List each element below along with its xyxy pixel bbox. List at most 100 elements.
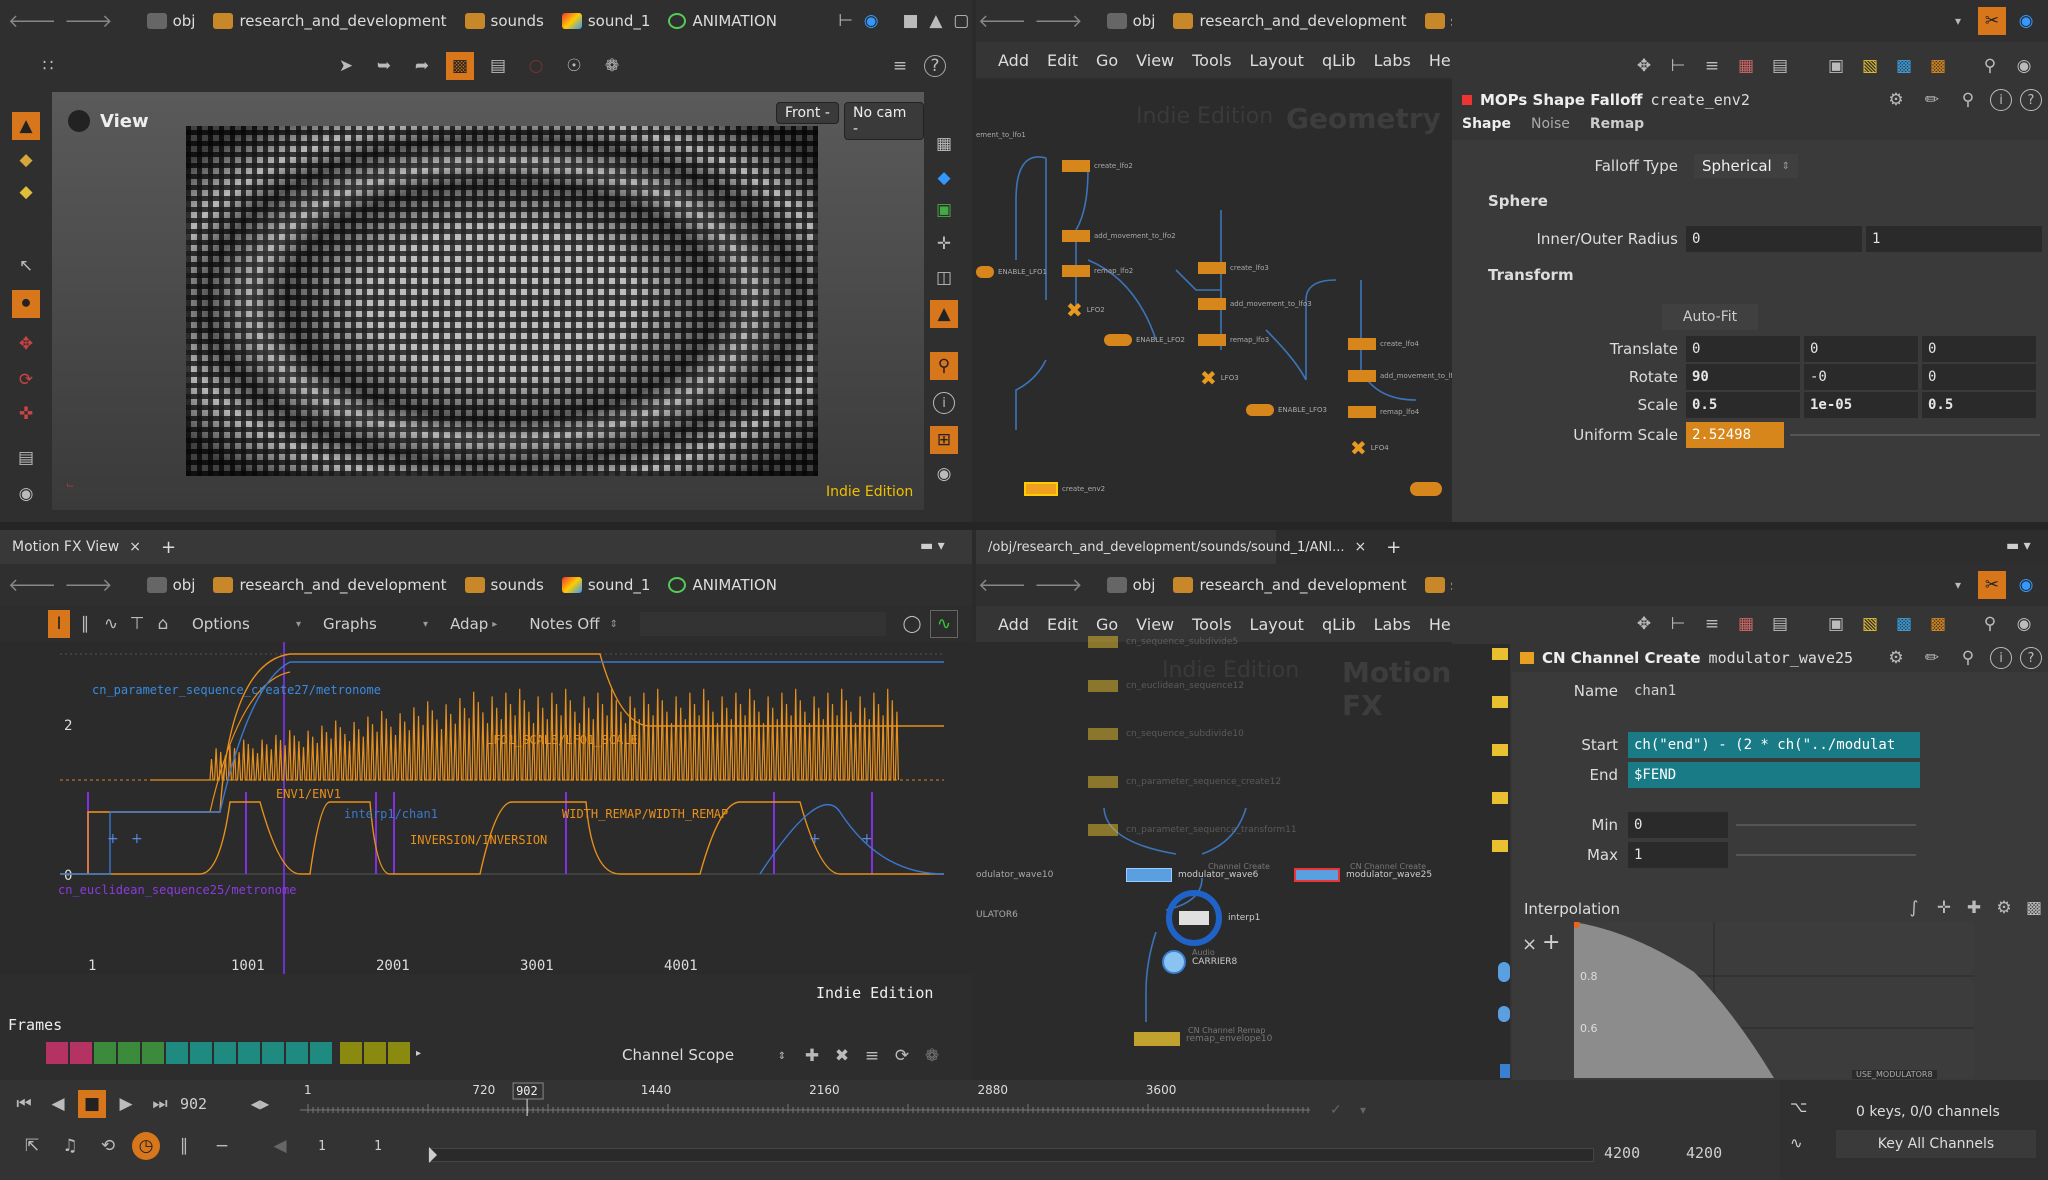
add-tab-icon[interactable]: + [1386,537,1401,558]
jump-start-icon[interactable]: ⏮ [10,1090,38,1118]
add-channel-icon[interactable]: ✚ [798,1042,826,1070]
refresh-icon[interactable]: ⟳ [888,1042,916,1070]
search-icon[interactable]: ⚲ [1976,610,2004,638]
tab-remap[interactable]: Remap [1590,116,1644,132]
info-icon[interactable]: i [1990,647,2012,669]
grid-display-icon[interactable]: ▣ [930,196,958,224]
search-icon[interactable]: ⚲ [1954,644,1982,672]
range-end-field[interactable]: 4200 [1604,1144,1640,1162]
rotate-z-field[interactable]: 0 [1922,364,2036,390]
interpolation-ramp[interactable]: 0.8 0.6 [1574,922,1974,1078]
wrench-icon[interactable]: ✥ [1630,610,1658,638]
curve-icon[interactable]: ∫ [1900,894,1928,922]
frame-icon[interactable]: ⊤ [126,610,148,638]
brush-icon[interactable]: ✏ [1918,86,1946,114]
channel-swatch[interactable] [166,1042,188,1064]
crumb-sounds[interactable]: sounds [1424,12,1452,30]
diamond-icon[interactable]: ◆ [930,164,958,192]
scale-y-field[interactable]: 1e-05 [1804,392,1918,418]
help-icon[interactable]: ? [2020,89,2042,111]
node-create-env2[interactable]: create_env2 [1024,482,1105,496]
menu-edit[interactable]: Edit [1047,615,1078,634]
close-icon[interactable]: × [129,539,141,555]
back-arrow-icon[interactable]: 🡐 [978,11,1026,32]
back-arrow-icon[interactable]: 🡐 [8,575,56,596]
remove-channel-icon[interactable]: ✖ [828,1042,856,1070]
forward-arrow-icon[interactable]: 🡒 [64,575,112,596]
rotate-y-field[interactable]: -0 [1804,364,1918,390]
channel-swatch[interactable] [388,1042,410,1064]
render-icon[interactable]: ▩ [446,52,474,80]
menu-tools[interactable]: Tools [1192,615,1231,634]
picture-icon[interactable]: ▩ [1890,610,1918,638]
channel-swatch[interactable] [286,1042,308,1064]
motion-fx-tab[interactable]: Motion FX View × + [0,530,972,564]
channel-swatch[interactable] [142,1042,164,1064]
node-parameter-sequence-create12[interactable]: cn_parameter_sequence_create12 [1088,776,1281,788]
node-carrier8[interactable]: CARRIER8 [1162,950,1237,974]
translate-y-field[interactable]: 0 [1804,336,1918,362]
node-enable-lfo3[interactable]: ENABLE_LFO3 [1246,404,1327,416]
crumb-animation[interactable]: ANIMATION [668,576,777,594]
cut-icon[interactable]: ✚ [1960,894,1988,922]
help-icon[interactable]: ? [924,55,946,77]
box-icon[interactable]: ▩ [1924,610,1952,638]
node-interp1[interactable]: interp1 [1166,890,1260,946]
crumb-research[interactable]: research_and_development [213,12,447,30]
pivot-icon[interactable]: ✛ [930,230,958,258]
snap-icon[interactable]: ➤ [332,52,360,80]
crumb-research[interactable]: research_and_development [1173,12,1407,30]
filter-field[interactable] [639,612,886,636]
options-menu[interactable]: Options [192,615,292,633]
eye-icon[interactable]: ◉ [930,460,958,488]
node-euclidean-sequence12[interactable]: cn_euclidean_sequence12 [1088,680,1244,692]
range-handle[interactable] [429,1147,437,1163]
menu-help[interactable]: Help [1429,615,1452,634]
gear-icon[interactable]: ⚙ [1882,644,1910,672]
picture-icon[interactable]: ▩ [1890,52,1918,80]
pin-tool-icon[interactable]: ✂ [1978,571,2006,599]
add-tab-icon[interactable]: + [161,537,176,558]
record-icon[interactable]: ○ [522,52,550,80]
node-lfo4[interactable]: ✖ LFO4 [1350,436,1389,460]
menu-edit[interactable]: Edit [1047,51,1078,70]
key-icon[interactable]: ◀ [266,1132,294,1160]
note-icon[interactable]: ▧ [1856,52,1884,80]
forward-arrow-icon[interactable]: 🡒 [1034,11,1082,32]
rotate-x-field[interactable]: 90 [1686,364,1800,390]
close-icon[interactable]: × [1354,539,1366,555]
pin-tool-icon[interactable]: ✂ [1978,7,2006,35]
uniform-scale-field[interactable]: 2.52498 [1686,422,1784,448]
menu-labs[interactable]: Labs [1374,615,1411,634]
wave-view-icon[interactable]: ∿ [929,610,958,638]
crumb-animation[interactable]: ANIMATION [668,12,777,30]
layout-icon[interactable]: ⊞ [930,426,958,454]
node-remap-lfo2[interactable]: remap_lfo2 [1062,265,1133,277]
jump-end-icon[interactable]: ⏭ [146,1090,174,1118]
max-slider[interactable] [1736,854,1916,856]
note-icon[interactable]: ▧ [1856,610,1884,638]
menu-layout[interactable]: Layout [1250,51,1304,70]
tile-icon[interactable]: ▤ [1766,52,1794,80]
node-create-lfo2[interactable]: create_lfo2 [1062,160,1133,172]
menu-view[interactable]: View [1136,51,1174,70]
menu-add[interactable]: Add [998,615,1029,634]
keys-options-icon[interactable]: ⌥ [1790,1098,1807,1116]
crumb-sounds[interactable]: sounds [464,12,544,30]
brush-icon[interactable]: ✏ [1918,644,1946,672]
eye-icon[interactable]: ◉ [2010,52,2038,80]
grid-view-icon[interactable]: ▦ [1732,610,1760,638]
channel-swatch[interactable] [214,1042,236,1064]
node-env-right[interactable] [1410,482,1442,500]
min-slider[interactable] [1736,824,1916,826]
lock-tool-icon[interactable]: ⚫ [12,290,40,318]
name-field[interactable]: chan1 [1628,678,1828,704]
loop-icon[interactable]: ⟲ [94,1132,122,1160]
pose-tool-icon[interactable]: ◉ [12,480,40,508]
search-icon[interactable]: ⚲ [1976,52,2004,80]
link-icon[interactable]: ◉ [2012,571,2040,599]
square-icon[interactable]: ▢ [951,7,972,35]
wrench-icon[interactable]: ✥ [1630,52,1658,80]
node-sequence-subdivide5[interactable]: cn_sequence_subdivide5 [1088,636,1238,648]
range-slider[interactable] [428,1147,1594,1163]
